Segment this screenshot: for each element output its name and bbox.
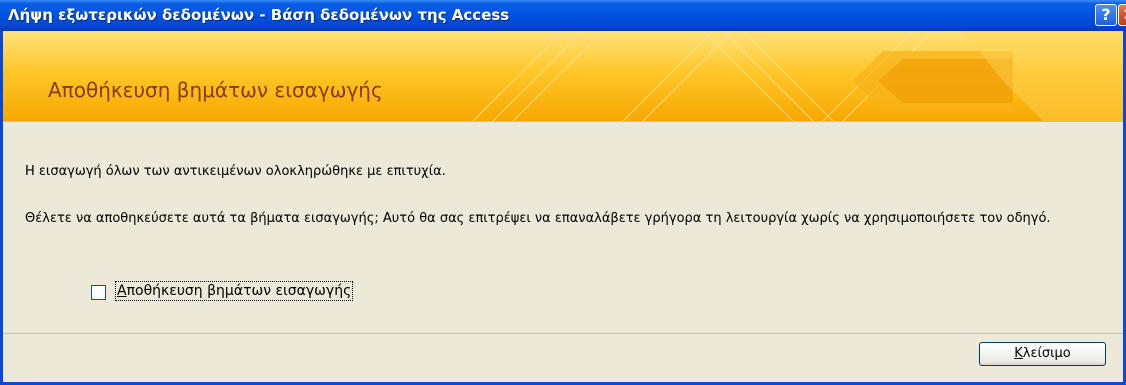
success-message: Η εισαγωγή όλων των αντικειμένων ολοκληρ… bbox=[25, 164, 446, 179]
save-steps-checkbox[interactable] bbox=[91, 285, 106, 300]
page-title: Αποθήκευση βημάτων εισαγωγής bbox=[48, 78, 383, 102]
divider bbox=[3, 121, 1123, 122]
label-mnemonic: Α bbox=[117, 283, 127, 299]
button-text: λείσιμο bbox=[1022, 346, 1071, 361]
header-banner: Αποθήκευση βημάτων εισαγωγής bbox=[3, 31, 1123, 121]
help-icon: ? bbox=[1101, 5, 1111, 24]
title-bar[interactable]: Λήψη εξωτερικών δεδομένων - Βάση δεδομέν… bbox=[0, 0, 1126, 31]
divider bbox=[3, 333, 1123, 334]
help-button[interactable]: ? bbox=[1095, 4, 1117, 26]
save-steps-checkbox-label[interactable]: Αποθήκευση βημάτων εισαγωγής bbox=[114, 281, 354, 301]
window-title: Λήψη εξωτερικών δεδομένων - Βάση δεδομέν… bbox=[8, 6, 510, 24]
button-mnemonic: Κ bbox=[1014, 346, 1023, 361]
close-button[interactable]: Κλείσιμο bbox=[979, 342, 1106, 366]
save-steps-question: Θέλετε να αποθηκεύσετε αυτά τα βήματα ει… bbox=[25, 211, 1051, 226]
label-text: ποθήκευση βημάτων εισαγωγής bbox=[126, 283, 352, 299]
window-close-button[interactable]: ✕ bbox=[1118, 4, 1126, 26]
close-icon: ✕ bbox=[1122, 5, 1126, 24]
dialog-window: Λήψη εξωτερικών δεδομένων - Βάση δεδομέν… bbox=[0, 0, 1126, 385]
banner-decoration bbox=[472, 31, 1123, 121]
